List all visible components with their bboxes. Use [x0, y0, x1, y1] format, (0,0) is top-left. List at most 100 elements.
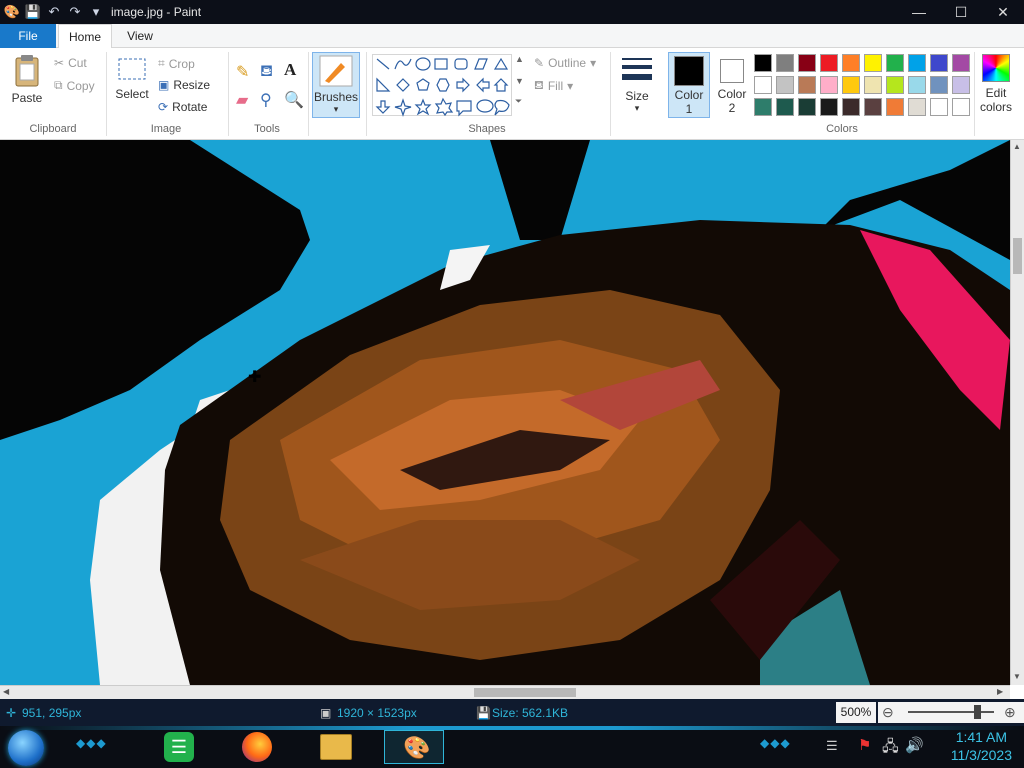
taskbar: ◆◆◆ ☰ 🎨 ◆◆◆ ☰ ⚑ 🖧 🔊 1:41 AM 11/3/2023 — [0, 726, 1024, 768]
size-label: Size — [625, 89, 649, 103]
palette-swatch[interactable] — [820, 76, 838, 94]
fill-icon[interactable]: ⛾ — [260, 62, 273, 82]
shapes-gallery[interactable] — [372, 54, 512, 117]
palette-swatch[interactable] — [952, 98, 970, 116]
start-button[interactable] — [8, 730, 44, 766]
palette-swatch[interactable] — [930, 54, 948, 72]
scroll-down-icon[interactable]: ▼ — [1013, 672, 1021, 681]
edit-colors-button[interactable]: Edit colors — [976, 54, 1016, 114]
image-dimensions: 1920 × 1523px — [337, 706, 417, 720]
palette-swatch[interactable] — [952, 76, 970, 94]
outline-button[interactable]: ✎ Outline ▾ — [534, 56, 596, 70]
edit-colors-label: Edit — [985, 86, 1007, 100]
palette-swatch[interactable] — [842, 76, 860, 94]
palette-swatch[interactable] — [930, 76, 948, 94]
tab-view[interactable]: View — [114, 24, 166, 48]
tab-file[interactable]: File — [0, 24, 56, 48]
palette-swatch[interactable] — [754, 54, 772, 72]
horizontal-scroll-thumb[interactable] — [474, 688, 576, 697]
zoom-in-icon[interactable]: ⊕ — [1004, 704, 1016, 721]
palette-swatch[interactable] — [842, 54, 860, 72]
palette-swatch[interactable] — [886, 98, 904, 116]
size-button[interactable]: Size ▾ — [616, 54, 658, 114]
palette-swatch[interactable] — [930, 98, 948, 116]
color2-button[interactable]: Color 2 — [712, 52, 752, 115]
magnifier-icon[interactable]: 🔍 — [284, 90, 304, 110]
palette-swatch[interactable] — [886, 76, 904, 94]
palette-swatch[interactable] — [908, 76, 926, 94]
shapes-scroll-up-icon[interactable]: ▲ — [515, 54, 524, 64]
file-explorer-icon[interactable] — [320, 734, 352, 760]
show-hidden-icons-icon[interactable]: ☰ — [826, 738, 838, 754]
color1-button[interactable]: Color 1 — [668, 52, 710, 118]
palette-swatch[interactable] — [776, 98, 794, 116]
palette-swatch[interactable] — [798, 76, 816, 94]
brushes-button[interactable]: Brushes ▾ — [312, 52, 360, 118]
pencil-icon[interactable]: ✎ — [236, 62, 249, 82]
scroll-right-icon[interactable]: ▶ — [997, 687, 1003, 696]
clock-date: 11/3/2023 — [950, 747, 1012, 763]
palette-swatch[interactable] — [886, 54, 904, 72]
resize-button[interactable]: ▣ Resize — [158, 78, 210, 92]
save-icon[interactable]: 💾 — [24, 3, 42, 21]
palette-swatch[interactable] — [864, 76, 882, 94]
zoom-out-icon[interactable]: ⊖ — [882, 704, 894, 721]
shapes-scroll-down-icon[interactable]: ▼ — [515, 76, 524, 86]
cut-button[interactable]: ✂ Cut — [54, 56, 87, 70]
action-center-icon[interactable]: ⚑ — [858, 736, 871, 754]
paste-button[interactable]: Paste — [8, 54, 46, 105]
palette-swatch[interactable] — [820, 54, 838, 72]
customize-qat-icon[interactable]: ▾ — [87, 3, 105, 21]
palette-swatch[interactable] — [754, 98, 772, 116]
vertical-scroll-thumb[interactable] — [1013, 238, 1022, 274]
drawing-canvas[interactable]: ✚ — [0, 140, 1010, 685]
paint-taskbar-button[interactable]: 🎨 — [384, 730, 444, 764]
text-icon[interactable]: A — [284, 60, 296, 80]
undo-icon[interactable]: ↶ — [45, 3, 63, 21]
copy-label: Copy — [66, 78, 95, 93]
palette-swatch[interactable] — [864, 98, 882, 116]
palette-swatch[interactable] — [908, 98, 926, 116]
cursor-position: 951, 295px — [22, 706, 82, 720]
zoom-slider-track[interactable] — [908, 711, 994, 713]
volume-icon[interactable]: 🔊 — [905, 736, 924, 754]
color-picker-icon[interactable]: ⚲ — [260, 90, 272, 110]
shapes-expand-icon[interactable]: ⏷ — [515, 96, 522, 107]
file-size: Size: 562.1KB — [492, 706, 569, 720]
palette-swatch[interactable] — [820, 98, 838, 116]
notes-app-icon[interactable]: ☰ — [164, 732, 194, 762]
rotate-button[interactable]: ⟳ Rotate — [158, 100, 207, 114]
crop-button[interactable]: ⌗ Crop — [158, 56, 195, 71]
zoom-slider-thumb[interactable] — [973, 705, 981, 719]
fill-shape-button[interactable]: ⛾ Fill ▾ — [534, 78, 573, 94]
maximize-button[interactable]: ☐ — [940, 0, 982, 24]
horizontal-scrollbar[interactable]: ◀ ▶ — [0, 685, 1010, 699]
close-button[interactable]: ✕ — [982, 0, 1024, 24]
taskbar-decor-right-icon: ◆◆◆ — [760, 736, 791, 750]
palette-swatch[interactable] — [776, 54, 794, 72]
scroll-left-icon[interactable]: ◀ — [3, 687, 9, 696]
palette-swatch[interactable] — [864, 54, 882, 72]
vertical-scrollbar[interactable]: ▲ ▼ — [1010, 140, 1024, 685]
palette-swatch[interactable] — [952, 54, 970, 72]
palette-swatch[interactable] — [776, 76, 794, 94]
select-button[interactable]: Select — [114, 56, 150, 101]
color2-label: Color — [717, 87, 747, 101]
tab-home[interactable]: Home — [58, 24, 112, 49]
minimize-button[interactable]: — — [898, 0, 940, 24]
palette-swatch[interactable] — [798, 98, 816, 116]
palette-swatch[interactable] — [754, 76, 772, 94]
copy-button[interactable]: ⧉ Copy — [54, 78, 95, 93]
network-icon[interactable]: 🖧 — [882, 736, 899, 761]
eraser-icon[interactable]: ▰ — [236, 90, 248, 110]
zoom-slider-area: ⊖ ⊕ — [878, 702, 1024, 723]
shapes-icons — [375, 57, 510, 117]
select-icon — [118, 58, 146, 80]
firefox-icon[interactable] — [242, 732, 272, 762]
scroll-up-icon[interactable]: ▲ — [1013, 142, 1021, 151]
palette-swatch[interactable] — [908, 54, 926, 72]
clock[interactable]: 1:41 AM 11/3/2023 — [951, 728, 1012, 764]
redo-icon[interactable]: ↷ — [66, 3, 84, 21]
palette-swatch[interactable] — [842, 98, 860, 116]
palette-swatch[interactable] — [798, 54, 816, 72]
